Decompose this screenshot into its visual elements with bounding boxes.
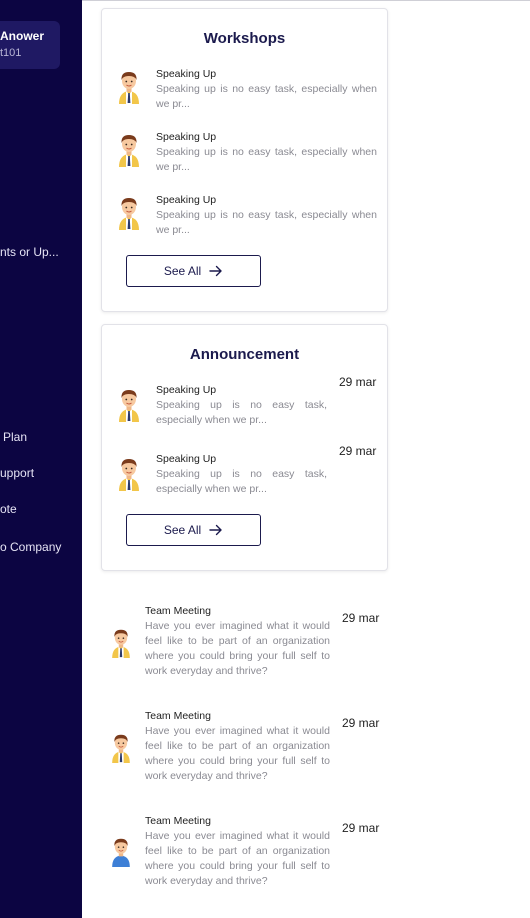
see-all-label: See All bbox=[163, 523, 202, 537]
sidebar: Anower t101 nts or Up... Plan upport ote… bbox=[0, 0, 82, 918]
sidebar-item-note[interactable]: ote bbox=[0, 502, 17, 516]
arrow-right-icon bbox=[209, 524, 223, 536]
announcement-item-title: Speaking Up bbox=[156, 384, 217, 396]
workshop-item-body: Speaking up is no easy task, especially … bbox=[156, 209, 377, 236]
sidebar-item-support[interactable]: upport bbox=[0, 466, 34, 480]
sidebar-item-plan[interactable]: Plan bbox=[3, 430, 27, 444]
announcement-item-date: 29 mar bbox=[339, 444, 377, 458]
male-avatar-icon bbox=[116, 70, 142, 104]
meeting-item-date: 29 mar bbox=[342, 716, 380, 730]
workshop-item-body: Speaking up is no easy task, especially … bbox=[156, 146, 377, 173]
meeting-item-body: Have you ever imagined what it would fee… bbox=[145, 620, 330, 677]
male-avatar-icon bbox=[116, 388, 142, 422]
male-avatar-icon bbox=[116, 196, 142, 230]
meeting-item-title: Team Meeting bbox=[145, 605, 211, 617]
sidebar-item-company[interactable]: o Company bbox=[0, 540, 61, 554]
workshops-see-all-button[interactable]: See All bbox=[126, 255, 261, 287]
male-avatar-icon bbox=[116, 133, 142, 167]
meeting-item-date: 29 mar bbox=[342, 821, 380, 835]
meeting-item-body: Have you ever imagined what it would fee… bbox=[145, 725, 330, 782]
user-name: Anower bbox=[0, 29, 45, 43]
male-avatar-icon bbox=[109, 837, 133, 867]
announcement-title: Announcement bbox=[189, 346, 300, 363]
workshop-item-title: Speaking Up bbox=[156, 68, 217, 80]
announcement-item-date: 29 mar bbox=[339, 375, 377, 389]
header-divider bbox=[82, 0, 530, 1]
announcement-card: Announcement Speaking Up Speaking up is … bbox=[101, 324, 388, 571]
announcement-item-body: Speaking up is no easy task, especially … bbox=[156, 468, 327, 495]
male-avatar-icon bbox=[109, 733, 133, 763]
workshops-card: Workshops Speaking Up Speaking up is no … bbox=[101, 8, 388, 312]
sidebar-item-events-or-updates[interactable]: nts or Up... bbox=[0, 245, 59, 259]
see-all-label: See All bbox=[163, 264, 202, 278]
workshop-item-body: Speaking up is no easy task, especially … bbox=[156, 83, 377, 110]
meeting-item-body: Have you ever imagined what it would fee… bbox=[145, 830, 330, 887]
workshops-title: Workshops bbox=[203, 30, 286, 47]
male-avatar-icon bbox=[116, 457, 142, 491]
user-id: t101 bbox=[0, 47, 22, 59]
meeting-item-date: 29 mar bbox=[342, 611, 380, 625]
meeting-item-title: Team Meeting bbox=[145, 710, 211, 722]
announcement-item-title: Speaking Up bbox=[156, 453, 217, 465]
workshop-item-title: Speaking Up bbox=[156, 131, 217, 143]
arrow-right-icon bbox=[209, 265, 223, 277]
meeting-item-title: Team Meeting bbox=[145, 815, 211, 827]
male-avatar-icon bbox=[109, 628, 133, 658]
announcement-see-all-button[interactable]: See All bbox=[126, 514, 261, 546]
announcement-item-body: Speaking up is no easy task, especially … bbox=[156, 399, 327, 426]
workshop-item-title: Speaking Up bbox=[156, 194, 217, 206]
